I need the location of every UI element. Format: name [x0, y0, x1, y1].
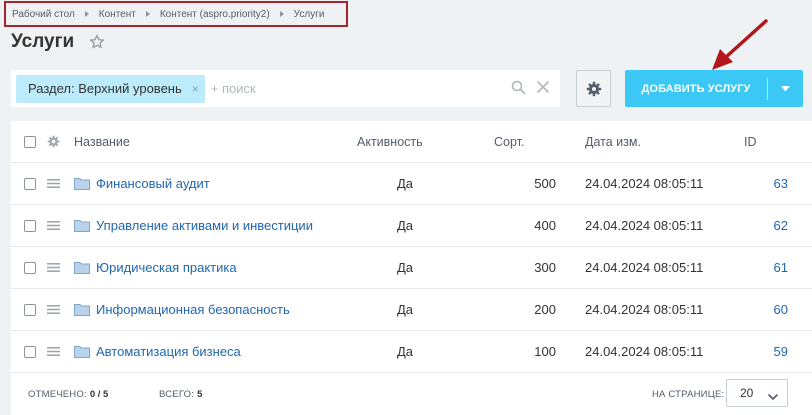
per-page-select[interactable]: 20 — [726, 379, 788, 407]
star-icon[interactable] — [89, 34, 105, 50]
clear-icon[interactable] — [536, 80, 550, 100]
breadcrumb-item-content-aspro[interactable]: Контент (aspro.priority2) — [160, 9, 270, 20]
filter-chip-label: Раздел: Верхний уровень — [28, 81, 182, 96]
table-row[interactable]: Управление активами и инвестиции Да 400 … — [11, 205, 812, 247]
row-sort: 400 — [534, 218, 556, 233]
folder-icon — [74, 261, 90, 274]
breadcrumb: Рабочий стол Контент Контент (aspro.prio… — [4, 1, 348, 27]
row-active: Да — [397, 302, 414, 317]
drag-handle-icon[interactable] — [47, 247, 60, 288]
row-sort: 100 — [534, 344, 556, 359]
row-active: Да — [397, 176, 414, 191]
folder-icon — [74, 345, 90, 358]
settings-button[interactable] — [576, 70, 611, 107]
table-row[interactable]: Финансовый аудит Да 500 24.04.2024 08:05… — [11, 163, 812, 205]
row-name-link[interactable]: Информационная безопасность — [74, 289, 290, 330]
page-title: Услуги — [11, 31, 75, 52]
total-count: ВСЕГО: 5 — [159, 388, 203, 400]
add-service-button[interactable]: ДОБАВИТЬ УСЛУГУ — [625, 70, 803, 107]
row-date: 24.04.2024 08:05:11 — [585, 302, 704, 317]
table-header-row: Название Активность Сорт. Дата изм. ID — [11, 121, 812, 163]
per-page-label: НА СТРАНИЦЕ: — [652, 388, 725, 400]
drag-handle-icon[interactable] — [47, 289, 60, 330]
filter-chip-section[interactable]: Раздел: Верхний уровень × — [16, 74, 205, 103]
column-header-date[interactable]: Дата изм. — [585, 121, 641, 162]
row-date: 24.04.2024 08:05:11 — [585, 176, 704, 191]
row-active: Да — [397, 344, 414, 359]
row-active: Да — [397, 218, 414, 233]
row-id-link[interactable]: 62 — [741, 205, 788, 246]
column-header-sort[interactable]: Сорт. — [494, 121, 524, 162]
chevron-down-icon — [768, 390, 778, 404]
row-checkbox[interactable] — [24, 177, 36, 190]
search-icon[interactable] — [511, 80, 526, 100]
row-date: 24.04.2024 08:05:11 — [585, 260, 704, 275]
row-name-link[interactable]: Управление активами и инвестиции — [74, 205, 313, 246]
table-row[interactable]: Юридическая практика Да 300 24.04.2024 0… — [11, 247, 812, 289]
column-header-active[interactable]: Активность — [357, 121, 423, 162]
row-active: Да — [397, 260, 414, 275]
filter-bar: Раздел: Верхний уровень × — [11, 70, 560, 107]
drag-handle-icon[interactable] — [47, 205, 60, 246]
row-checkbox[interactable] — [24, 219, 36, 232]
table-row[interactable]: Автоматизация бизнеса Да 100 24.04.2024 … — [11, 331, 812, 373]
breadcrumb-item-desktop[interactable]: Рабочий стол — [12, 9, 75, 20]
column-header-name[interactable]: Название — [74, 121, 130, 162]
row-name-link[interactable]: Автоматизация бизнеса — [74, 331, 241, 372]
breadcrumb-item-services[interactable]: Услуги — [294, 9, 325, 20]
table-footer: ОТМЕЧЕНО: 0 / 5 ВСЕГО: 5 НА СТРАНИЦЕ: 20 — [11, 373, 812, 415]
row-checkbox[interactable] — [24, 261, 36, 274]
row-id-link[interactable]: 60 — [741, 289, 788, 330]
gear-icon — [586, 81, 601, 96]
breadcrumb-separator-icon — [145, 11, 150, 17]
breadcrumb-separator-icon — [279, 11, 284, 17]
row-name-link[interactable]: Юридическая практика — [74, 247, 237, 288]
row-date: 24.04.2024 08:05:11 — [585, 218, 704, 233]
row-sort: 200 — [534, 302, 556, 317]
selected-count: ОТМЕЧЕНО: 0 / 5 — [28, 388, 109, 400]
row-checkbox[interactable] — [24, 345, 36, 358]
folder-icon — [74, 303, 90, 316]
row-sort: 300 — [534, 260, 556, 275]
row-id-link[interactable]: 59 — [741, 331, 788, 372]
folder-icon — [74, 177, 90, 190]
arrow-annotation-icon — [712, 19, 768, 70]
row-id-link[interactable]: 61 — [741, 247, 788, 288]
drag-handle-icon[interactable] — [47, 331, 60, 372]
breadcrumb-item-content[interactable]: Контент — [99, 9, 136, 20]
add-service-label: ДОБАВИТЬ УСЛУГУ — [641, 82, 751, 95]
services-table: Название Активность Сорт. Дата изм. ID Ф… — [11, 121, 812, 415]
row-sort: 500 — [534, 176, 556, 191]
chevron-down-icon[interactable] — [768, 85, 803, 92]
select-all-checkbox[interactable] — [24, 135, 36, 148]
page-title-wrap: Услуги — [11, 31, 105, 53]
column-settings-icon[interactable] — [47, 121, 60, 162]
breadcrumb-separator-icon — [84, 11, 89, 17]
row-name-link[interactable]: Финансовый аудит — [74, 163, 210, 204]
column-header-id[interactable]: ID — [744, 121, 757, 162]
chip-close-icon[interactable]: × — [192, 82, 199, 96]
search-input[interactable] — [210, 81, 491, 96]
row-checkbox[interactable] — [24, 303, 36, 316]
folder-icon — [74, 219, 90, 232]
table-row[interactable]: Информационная безопасность Да 200 24.04… — [11, 289, 812, 331]
row-date: 24.04.2024 08:05:11 — [585, 344, 704, 359]
drag-handle-icon[interactable] — [47, 163, 60, 204]
row-id-link[interactable]: 63 — [741, 163, 788, 204]
